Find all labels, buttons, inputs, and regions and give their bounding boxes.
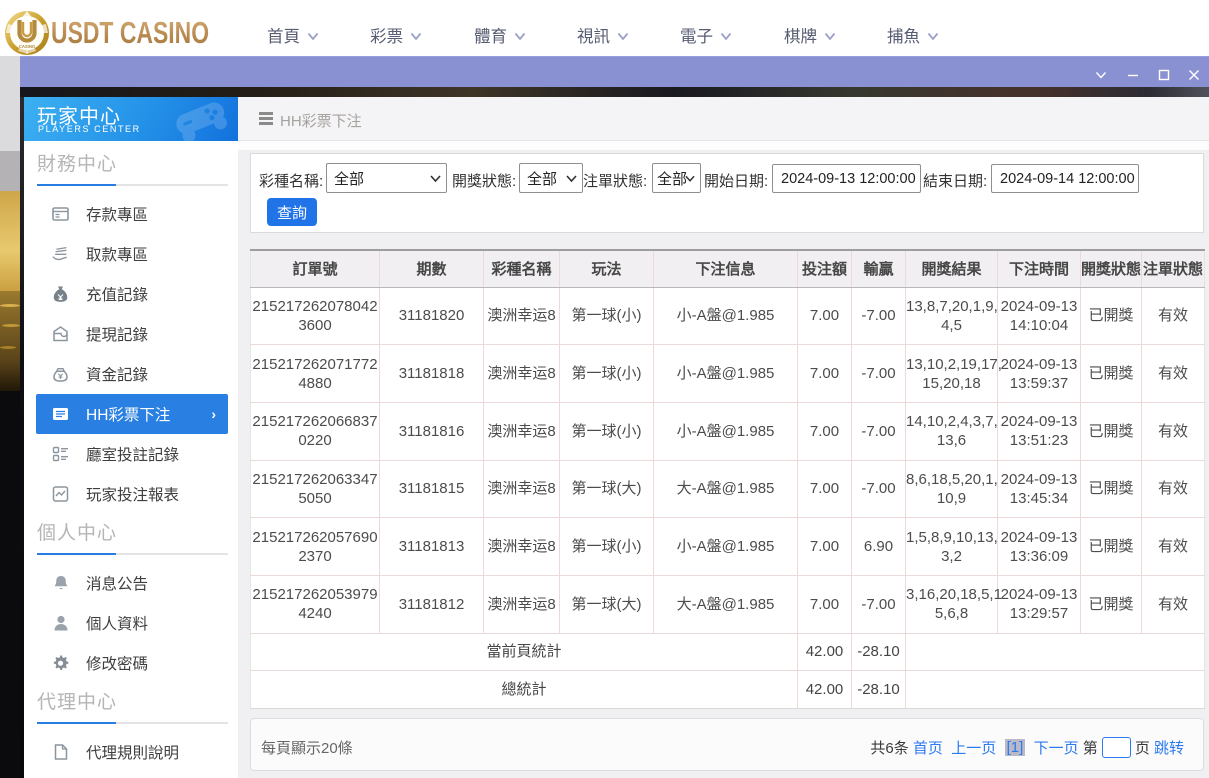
svg-text:CASINO: CASINO: [19, 44, 36, 49]
